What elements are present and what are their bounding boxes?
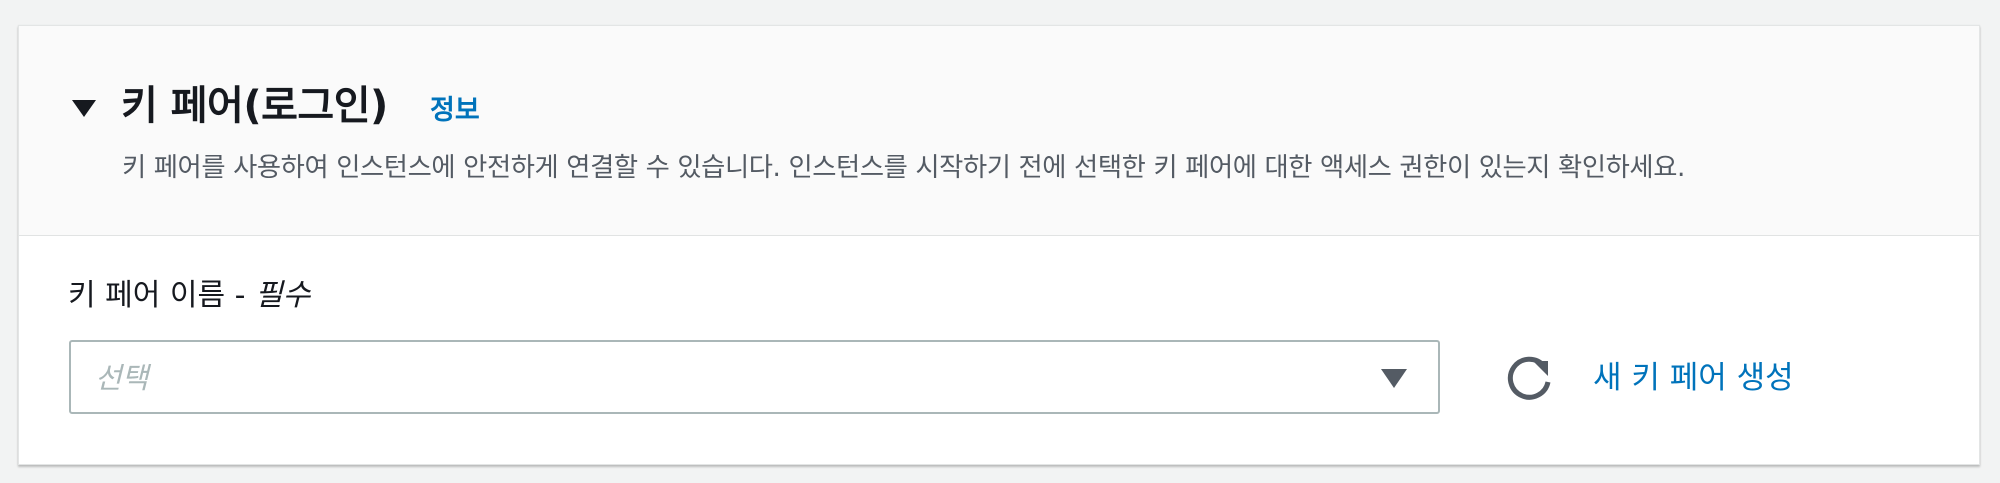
required-label: 필수 (254, 278, 311, 313)
section-title: 키 페어(로그인) (121, 83, 388, 129)
expand-toggle-icon[interactable] (69, 92, 99, 122)
key-pair-panel: 키 페어(로그인) 정보 키 페어를 사용하여 인스턴스에 안전하게 연결할 수… (18, 25, 1980, 465)
field-label-text: 키 페어 이름 - (68, 278, 255, 313)
info-link[interactable]: 정보 (430, 93, 480, 129)
key-pair-name-label: 키 페어 이름 - 필수 (68, 276, 310, 316)
refresh-icon[interactable] (1503, 352, 1557, 406)
select-placeholder: 선택 (95, 361, 149, 395)
caret-down-icon (1381, 369, 1407, 388)
create-key-pair-link[interactable]: 새 키 페어 생성 (1593, 357, 1794, 399)
key-pair-select[interactable]: 선택 (69, 340, 1440, 414)
section-description: 키 페어를 사용하여 인스턴스에 안전하게 연결할 수 있습니다. 인스턴스를 … (122, 153, 1685, 183)
panel-header: 키 페어(로그인) 정보 키 페어를 사용하여 인스턴스에 안전하게 연결할 수… (19, 26, 1979, 236)
